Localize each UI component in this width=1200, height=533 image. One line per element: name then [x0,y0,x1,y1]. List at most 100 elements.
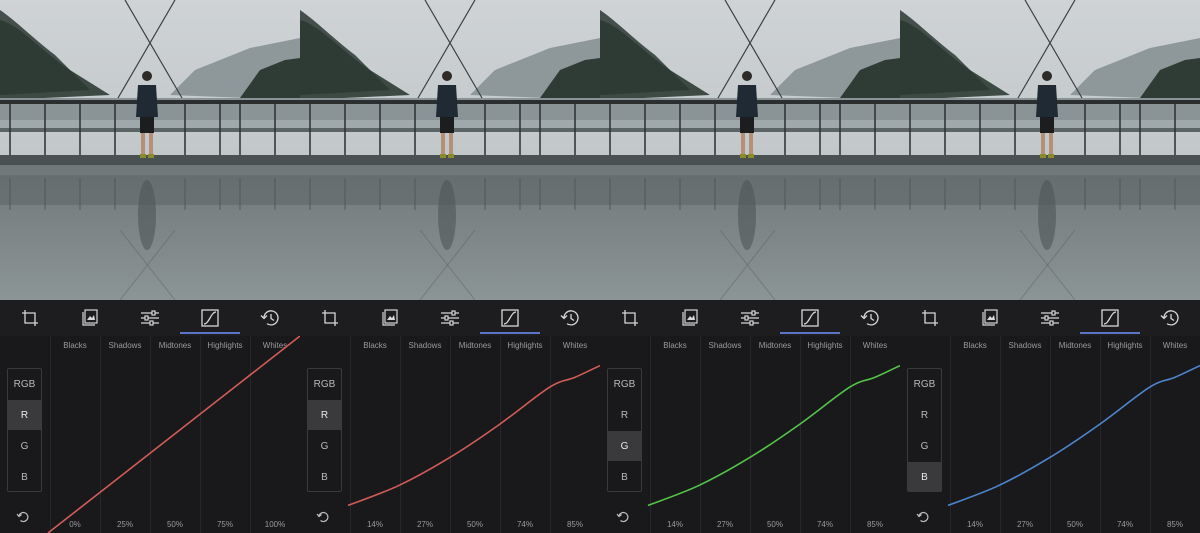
history-tool-button[interactable] [840,300,900,336]
reset-curve-button[interactable] [16,510,32,526]
zone-divider [1050,336,1051,533]
adjust-icon [740,309,760,327]
comparison-strip: Blacks Shadows Midtones Highlights Whites RGB… [0,0,1200,533]
channel-button-r[interactable]: R [308,400,341,430]
adjust-tool-button[interactable] [120,300,180,336]
level-percentages: 0% 25% 50% 75% 100% [50,519,300,533]
tone-curve-line[interactable] [47,336,300,533]
filters-tool-button[interactable] [360,300,420,336]
zone-label-highlights: Highlights [207,341,243,350]
zone-labels: Blacks Shadows Midtones Highlights Whites [650,336,900,354]
curves-tool-button[interactable] [480,300,540,336]
zone-label-blacks: Blacks [963,341,987,350]
level-percentage: 0% [69,520,81,529]
curves-tool-button[interactable] [180,300,240,336]
channel-button-rgb[interactable]: RGB [8,369,41,399]
photo-preview [600,0,900,300]
zone-labels: Blacks Shadows Midtones Highlights Whites [350,336,600,354]
zone-divider [550,336,551,533]
crop-icon [621,309,639,327]
level-percentage: 27% [416,520,433,529]
channel-button-b[interactable]: B [608,462,641,492]
level-percentage: 27% [1016,520,1033,529]
zone-divider [50,336,51,533]
channel-button-g[interactable]: G [308,431,341,461]
channel-button-g[interactable]: G [608,431,641,461]
channel-button-rgb[interactable]: RGB [608,369,641,399]
level-percentage: 85% [866,520,883,529]
curve-editor[interactable]: Blacks Shadows Midtones Highlights Whites RGB… [300,336,600,533]
reset-icon [16,511,30,528]
channel-button-g[interactable]: G [8,431,41,461]
adjust-tool-button[interactable] [720,300,780,336]
channel-button-r[interactable]: R [908,400,941,430]
channel-selector: RGB R G B [7,368,42,492]
history-icon [1160,309,1180,327]
channel-button-b[interactable]: B [308,462,341,492]
curves-icon [801,309,819,327]
level-percentage: 14% [966,520,983,529]
filters-tool-button[interactable] [960,300,1020,336]
level-percentage: 85% [1166,520,1183,529]
zone-label-midtones: Midtones [458,341,492,350]
zone-divider [250,336,251,533]
zone-divider [850,336,851,533]
zone-label-whites: Whites [562,341,588,350]
zone-divider [1000,336,1001,533]
level-percentage: 50% [1066,520,1083,529]
history-tool-button[interactable] [240,300,300,336]
curve-editor[interactable]: Blacks Shadows Midtones Highlights Whites RGB… [600,336,900,533]
channel-button-r[interactable]: R [608,400,641,430]
editor-panel: Blacks Shadows Midtones Highlights Whites RGB… [600,0,900,533]
reset-curve-button[interactable] [916,510,932,526]
zone-label-highlights: Highlights [507,341,543,350]
curves-tool-button[interactable] [1080,300,1140,336]
filters-icon [681,309,699,327]
channel-button-r[interactable]: R [8,400,41,430]
reset-icon [316,511,330,528]
filters-tool-button[interactable] [660,300,720,336]
tone-curve-line[interactable] [347,364,600,507]
level-percentage: 100% [264,520,286,529]
channel-button-g[interactable]: G [908,431,941,461]
history-tool-button[interactable] [1140,300,1200,336]
level-percentage: 50% [766,520,783,529]
curves-icon [501,309,519,327]
level-percentage: 85% [566,520,583,529]
level-percentages: 14% 27% 50% 74% 85% [350,519,600,533]
channel-button-b[interactable]: B [8,462,41,492]
reset-icon [916,511,930,528]
zone-divider [100,336,101,533]
zone-label-highlights: Highlights [1107,341,1143,350]
editor-panel: Blacks Shadows Midtones Highlights Whites RGB… [0,0,300,533]
channel-selector: RGB R G B [307,368,342,492]
curve-editor[interactable]: Blacks Shadows Midtones Highlights Whites RGB… [0,336,300,533]
tone-curve-line[interactable] [647,364,900,507]
tone-curve-line[interactable] [947,364,1200,507]
editor-panel: Blacks Shadows Midtones Highlights Whites RGB… [900,0,1200,533]
channel-button-b[interactable]: B [908,462,941,492]
filters-tool-button[interactable] [60,300,120,336]
zone-divider [800,336,801,533]
channel-button-rgb[interactable]: RGB [908,369,941,399]
history-tool-button[interactable] [540,300,600,336]
channel-selector: RGB R G B [907,368,942,492]
crop-tool-button[interactable] [0,300,60,336]
level-percentages: 14% 27% 50% 74% 85% [650,519,900,533]
channel-button-rgb[interactable]: RGB [308,369,341,399]
reset-curve-button[interactable] [616,510,632,526]
tool-bar [900,300,1200,336]
crop-tool-button[interactable] [900,300,960,336]
adjust-tool-button[interactable] [1020,300,1080,336]
zone-labels: Blacks Shadows Midtones Highlights Whites [50,336,300,354]
crop-tool-button[interactable] [600,300,660,336]
curves-tool-button[interactable] [780,300,840,336]
zone-label-blacks: Blacks [363,341,387,350]
level-percentages: 14% 27% 50% 74% 85% [950,519,1200,533]
crop-tool-button[interactable] [300,300,360,336]
adjust-tool-button[interactable] [420,300,480,336]
zone-label-whites: Whites [1162,341,1188,350]
reset-curve-button[interactable] [316,510,332,526]
level-percentage: 27% [716,520,733,529]
curve-editor[interactable]: Blacks Shadows Midtones Highlights Whites RGB… [900,336,1200,533]
